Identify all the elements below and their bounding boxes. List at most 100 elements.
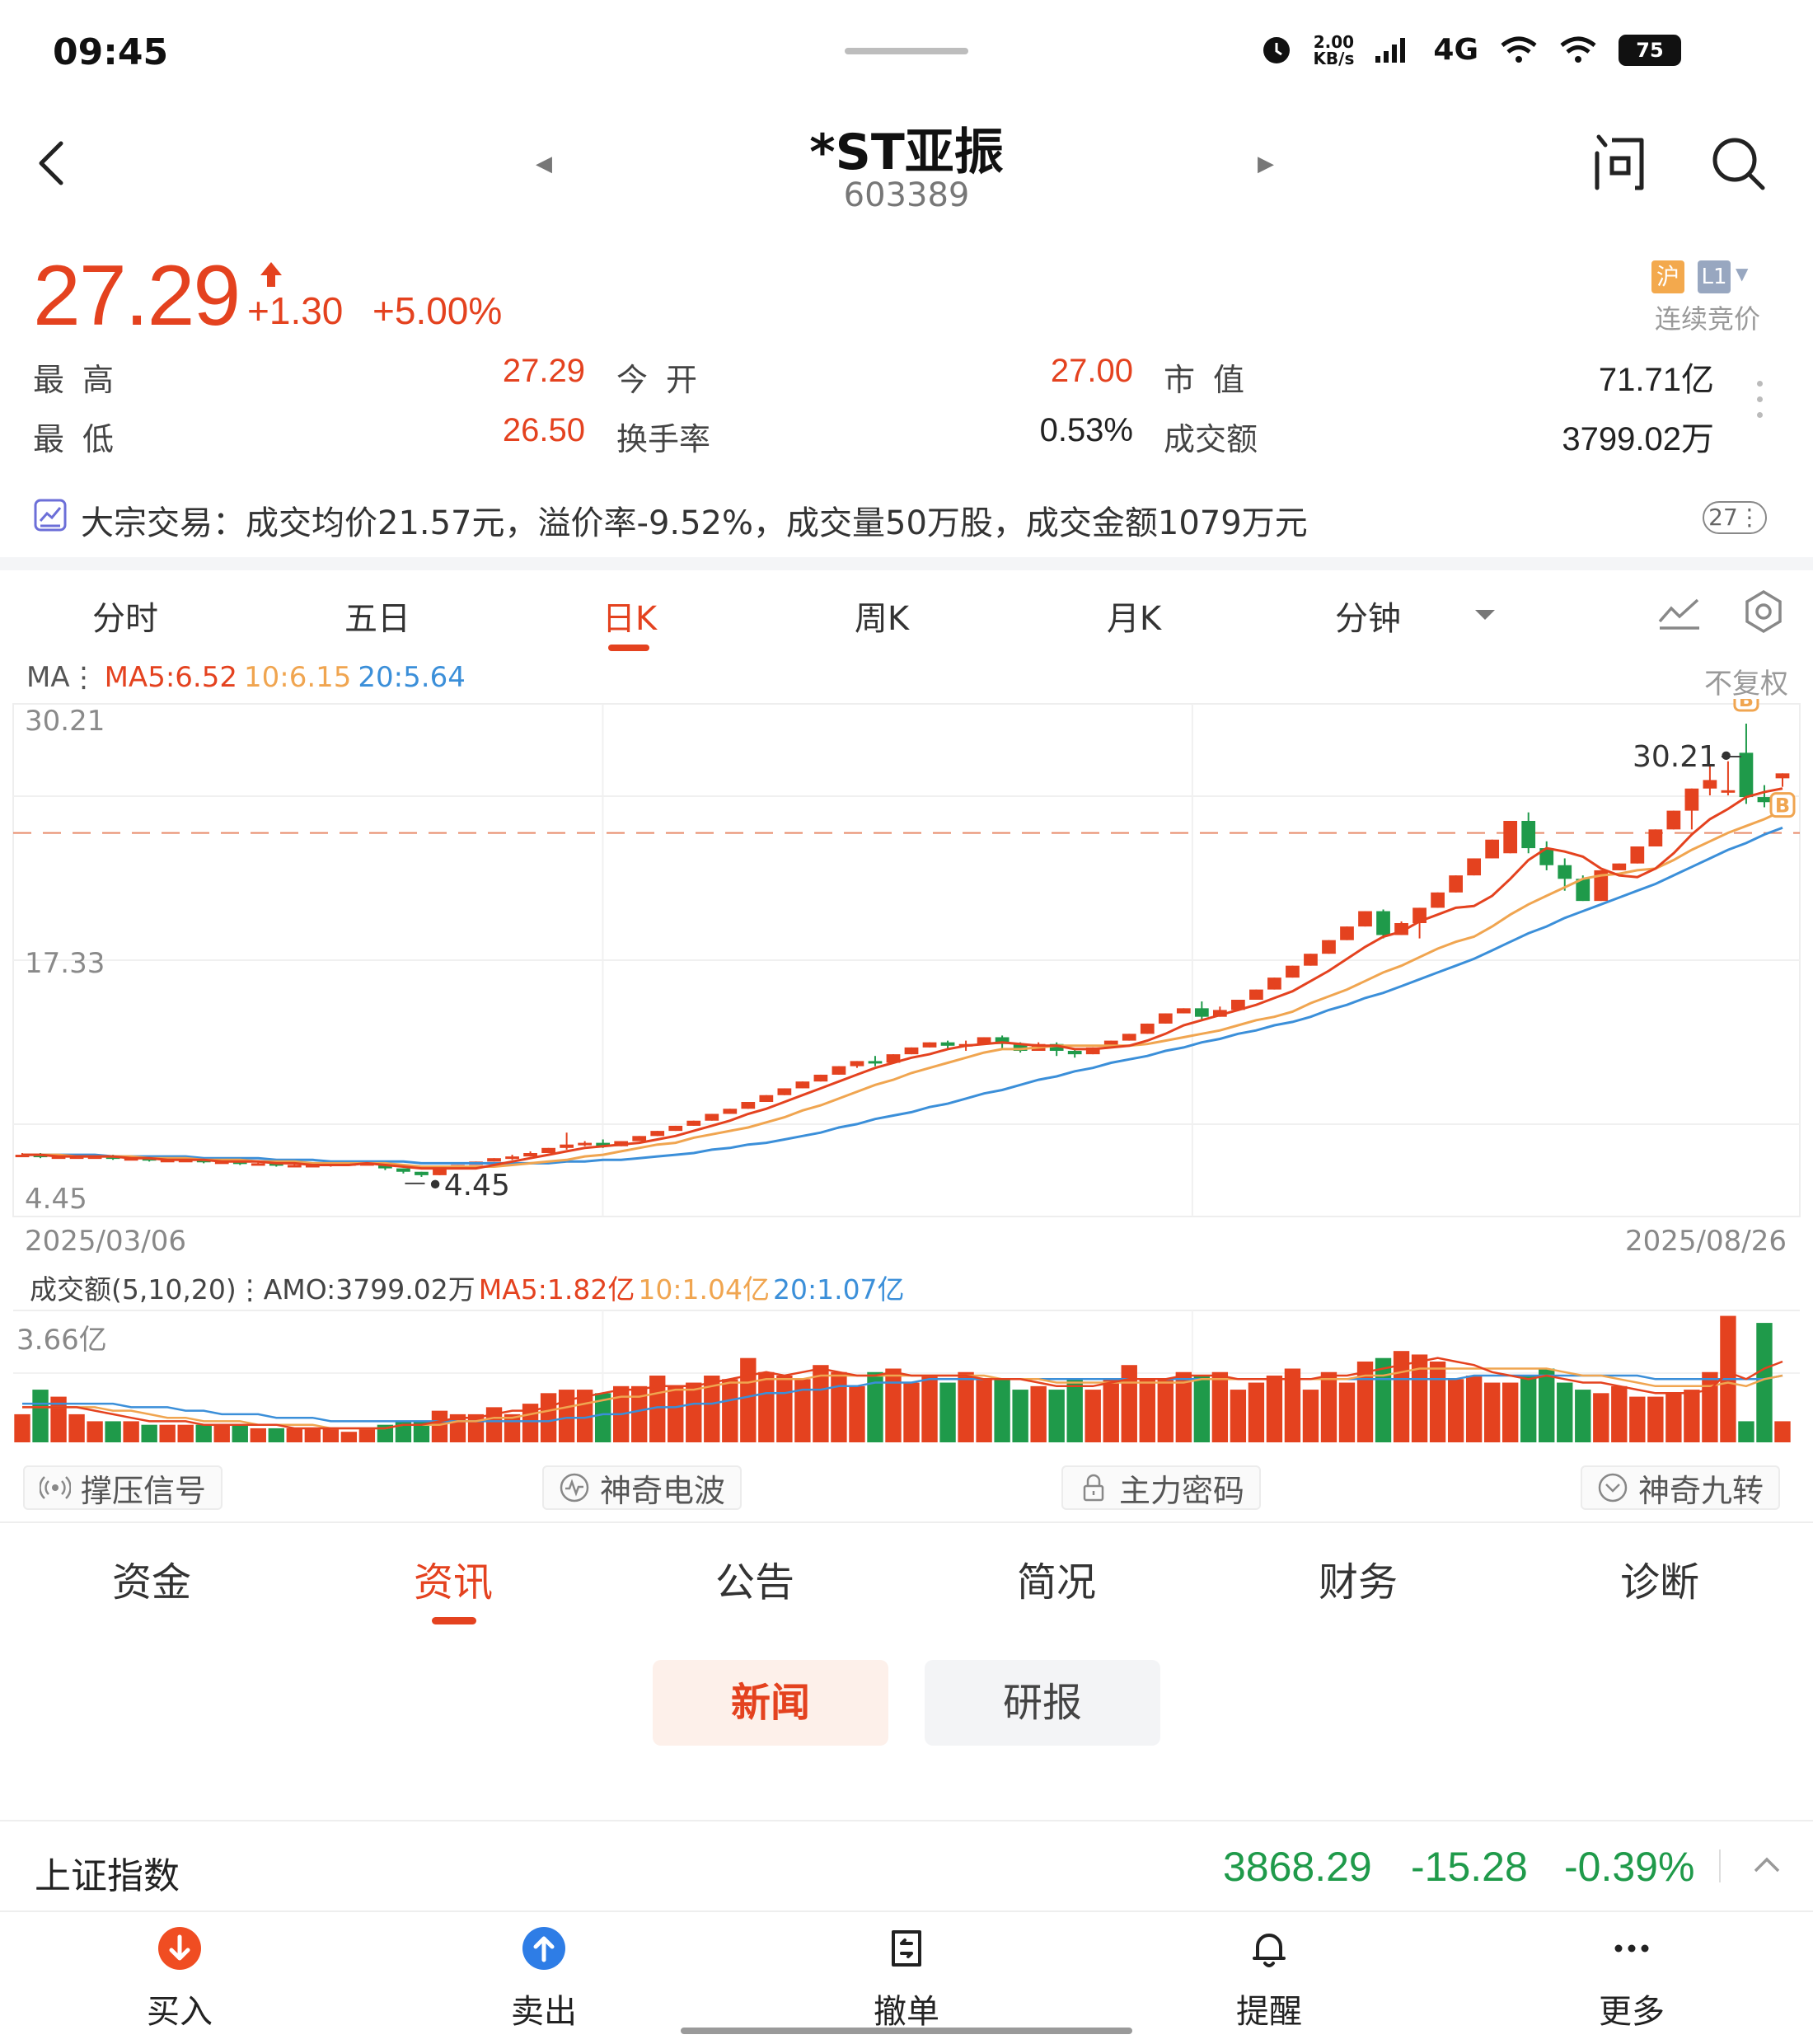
tab-intraday[interactable]: 分时	[43, 592, 208, 640]
price-up-arrow-icon	[260, 262, 282, 287]
volume-bar	[939, 1382, 956, 1442]
volume-bar	[1048, 1390, 1065, 1442]
tab-five-day[interactable]: 五日	[295, 592, 460, 640]
volume-bar	[758, 1371, 775, 1442]
candle-body	[922, 1042, 937, 1048]
vol-ma5-value: MA5:1.82亿	[478, 1273, 635, 1306]
volume-bar	[1665, 1393, 1682, 1442]
alert-button[interactable]: 提醒	[1187, 1925, 1352, 2032]
tab-capital[interactable]: 资金	[69, 1549, 234, 1607]
tab-diagnosis[interactable]: 诊断	[1577, 1549, 1742, 1607]
tab-profile[interactable]: 简况	[974, 1549, 1139, 1607]
candle-body	[759, 1095, 774, 1103]
candle-body	[1067, 1051, 1082, 1055]
candlestick-chart[interactable]: 30.21 17.33 4.45 30.21• •4.45 B B	[0, 699, 1813, 1223]
tab-financials[interactable]: 财务	[1276, 1549, 1441, 1607]
volume-bar	[976, 1379, 992, 1442]
candle-body	[1194, 1008, 1209, 1017]
volume-bar	[1085, 1390, 1101, 1442]
volume-bar	[1465, 1376, 1483, 1442]
volume-bar	[1030, 1385, 1047, 1442]
buy-button[interactable]: 买入	[97, 1925, 262, 2032]
candle-body	[1558, 865, 1572, 879]
candle-body	[813, 1074, 828, 1082]
candle-body	[1467, 858, 1482, 876]
next-stock-button[interactable]: ▶	[1258, 152, 1274, 176]
ask-icon[interactable]	[1590, 132, 1648, 191]
volume-bar	[1684, 1390, 1700, 1442]
signal-magic-nine[interactable]: 神奇九转	[1581, 1465, 1781, 1510]
signal-main-force[interactable]: 主力密码	[1061, 1465, 1262, 1510]
volume-bar	[213, 1424, 230, 1442]
active-tab-indicator	[432, 1617, 476, 1624]
block-trade-count[interactable]: 27⋮	[1703, 501, 1767, 534]
volume-bar	[903, 1382, 920, 1442]
candle-body	[1358, 911, 1372, 927]
tab-monthly-k[interactable]: 月K	[1052, 592, 1216, 640]
volume-bar	[1302, 1390, 1319, 1442]
indicator-chart-icon[interactable]	[1656, 593, 1703, 631]
more-button[interactable]: 更多	[1549, 1925, 1714, 2032]
signal-magic-wave[interactable]: 神奇电波	[542, 1465, 743, 1510]
signal-label: 撑压信号	[81, 1472, 207, 1509]
volume-bar	[668, 1385, 684, 1442]
candle-body	[940, 1042, 955, 1046]
tab-minute[interactable]: 分钟	[1286, 592, 1450, 640]
volume-bar	[686, 1382, 702, 1442]
ma-legend-prefix: MA⋮	[26, 661, 98, 694]
chart-trend-icon	[34, 499, 67, 532]
volume-bar	[831, 1371, 847, 1442]
volume-bar	[885, 1368, 902, 1442]
tab-daily-k[interactable]: 日K	[547, 592, 712, 640]
tab-announcements[interactable]: 公告	[672, 1549, 837, 1607]
active-tab-indicator	[608, 645, 649, 651]
candle-body	[1503, 821, 1518, 854]
candle-body	[560, 1144, 574, 1148]
candle-body	[523, 1153, 537, 1157]
volume-bar	[141, 1424, 157, 1442]
cancel-order-button[interactable]: 撤单	[824, 1925, 989, 2032]
volume-bar	[105, 1421, 121, 1442]
volume-bar	[1429, 1361, 1446, 1442]
volume-chart[interactable]	[0, 1302, 1813, 1451]
price-adjust-toggle[interactable]: 不复权	[1704, 661, 1788, 701]
level-dropdown-icon[interactable]: ▼	[1736, 264, 1748, 284]
chart-date-end: 2025/08/26	[1625, 1225, 1787, 1258]
index-name[interactable]: 上证指数	[35, 1846, 180, 1899]
block-trade-info[interactable]: 大宗交易：成交均价21.57元，溢价率-9.52%，成交量50万股，成交金额10…	[81, 496, 1308, 544]
candle-body	[1684, 788, 1699, 811]
volume-bar	[1539, 1368, 1555, 1442]
more-quote-icon[interactable]	[1757, 381, 1765, 428]
reports-subtab[interactable]: 研报	[925, 1660, 1160, 1746]
volume-bar	[1248, 1382, 1265, 1442]
ma5-value: MA5:6.52	[104, 661, 237, 694]
signal-support-resistance[interactable]: 撑压信号	[23, 1465, 223, 1510]
label-turnover: 换手率	[616, 421, 711, 457]
sell-icon	[522, 1927, 565, 1970]
index-separator	[1719, 1849, 1721, 1882]
candle-body	[832, 1066, 846, 1075]
tab-news-info[interactable]: 资讯	[371, 1549, 536, 1607]
candle-body	[251, 1163, 265, 1166]
volume-bar	[558, 1390, 575, 1442]
minute-dropdown-icon[interactable]	[1475, 610, 1495, 620]
news-subtab[interactable]: 新闻	[653, 1660, 888, 1746]
wifi-icon-2	[1560, 36, 1596, 63]
candle-body	[396, 1168, 410, 1172]
network-type: 4G	[1433, 33, 1478, 67]
candle-body	[287, 1165, 302, 1168]
tab-weekly-k[interactable]: 周K	[799, 592, 964, 640]
settings-icon[interactable]	[1742, 588, 1785, 635]
value-turnover: 0.53%	[1039, 412, 1133, 448]
candle-body	[487, 1158, 501, 1162]
candle-body	[1739, 752, 1754, 798]
chevron-up-icon[interactable]	[1752, 1854, 1782, 1874]
search-icon[interactable]	[1710, 135, 1768, 193]
candle-body	[904, 1047, 919, 1055]
volume-bar	[1103, 1379, 1119, 1442]
volume-bar	[1738, 1421, 1754, 1442]
wifi-icon	[1501, 36, 1537, 63]
volume-bar	[159, 1424, 176, 1442]
sell-button[interactable]: 卖出	[461, 1925, 626, 2032]
level-tag[interactable]: L1	[1698, 260, 1731, 293]
